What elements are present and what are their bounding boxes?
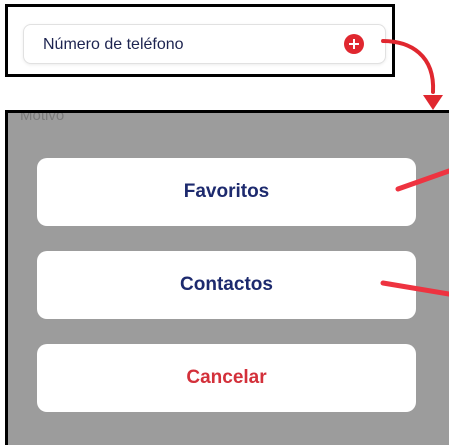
curved-arrow-head (423, 95, 443, 110)
contacts-button[interactable]: Contactos (37, 251, 416, 319)
cancel-button[interactable]: Cancelar (37, 344, 416, 412)
contacts-button-label: Contactos (180, 274, 273, 295)
plus-circle-icon (349, 39, 359, 49)
phone-field-frame: Número de teléfono (5, 4, 395, 77)
action-sheet-frame: Motivo Favoritos Contactos Cancelar (5, 110, 449, 445)
add-phone-button[interactable] (344, 34, 364, 54)
phone-number-label: Número de teléfono (43, 36, 184, 53)
favorites-button[interactable]: Favoritos (37, 158, 416, 226)
background-field-label: Motivo (20, 110, 65, 124)
favorites-button-label: Favoritos (183, 181, 270, 202)
screenshot-canvas: Número de teléfono Motivo Favoritos Cont… (0, 0, 449, 445)
cancel-button-label: Cancelar (186, 367, 267, 388)
phone-number-field[interactable]: Número de teléfono (23, 24, 386, 64)
